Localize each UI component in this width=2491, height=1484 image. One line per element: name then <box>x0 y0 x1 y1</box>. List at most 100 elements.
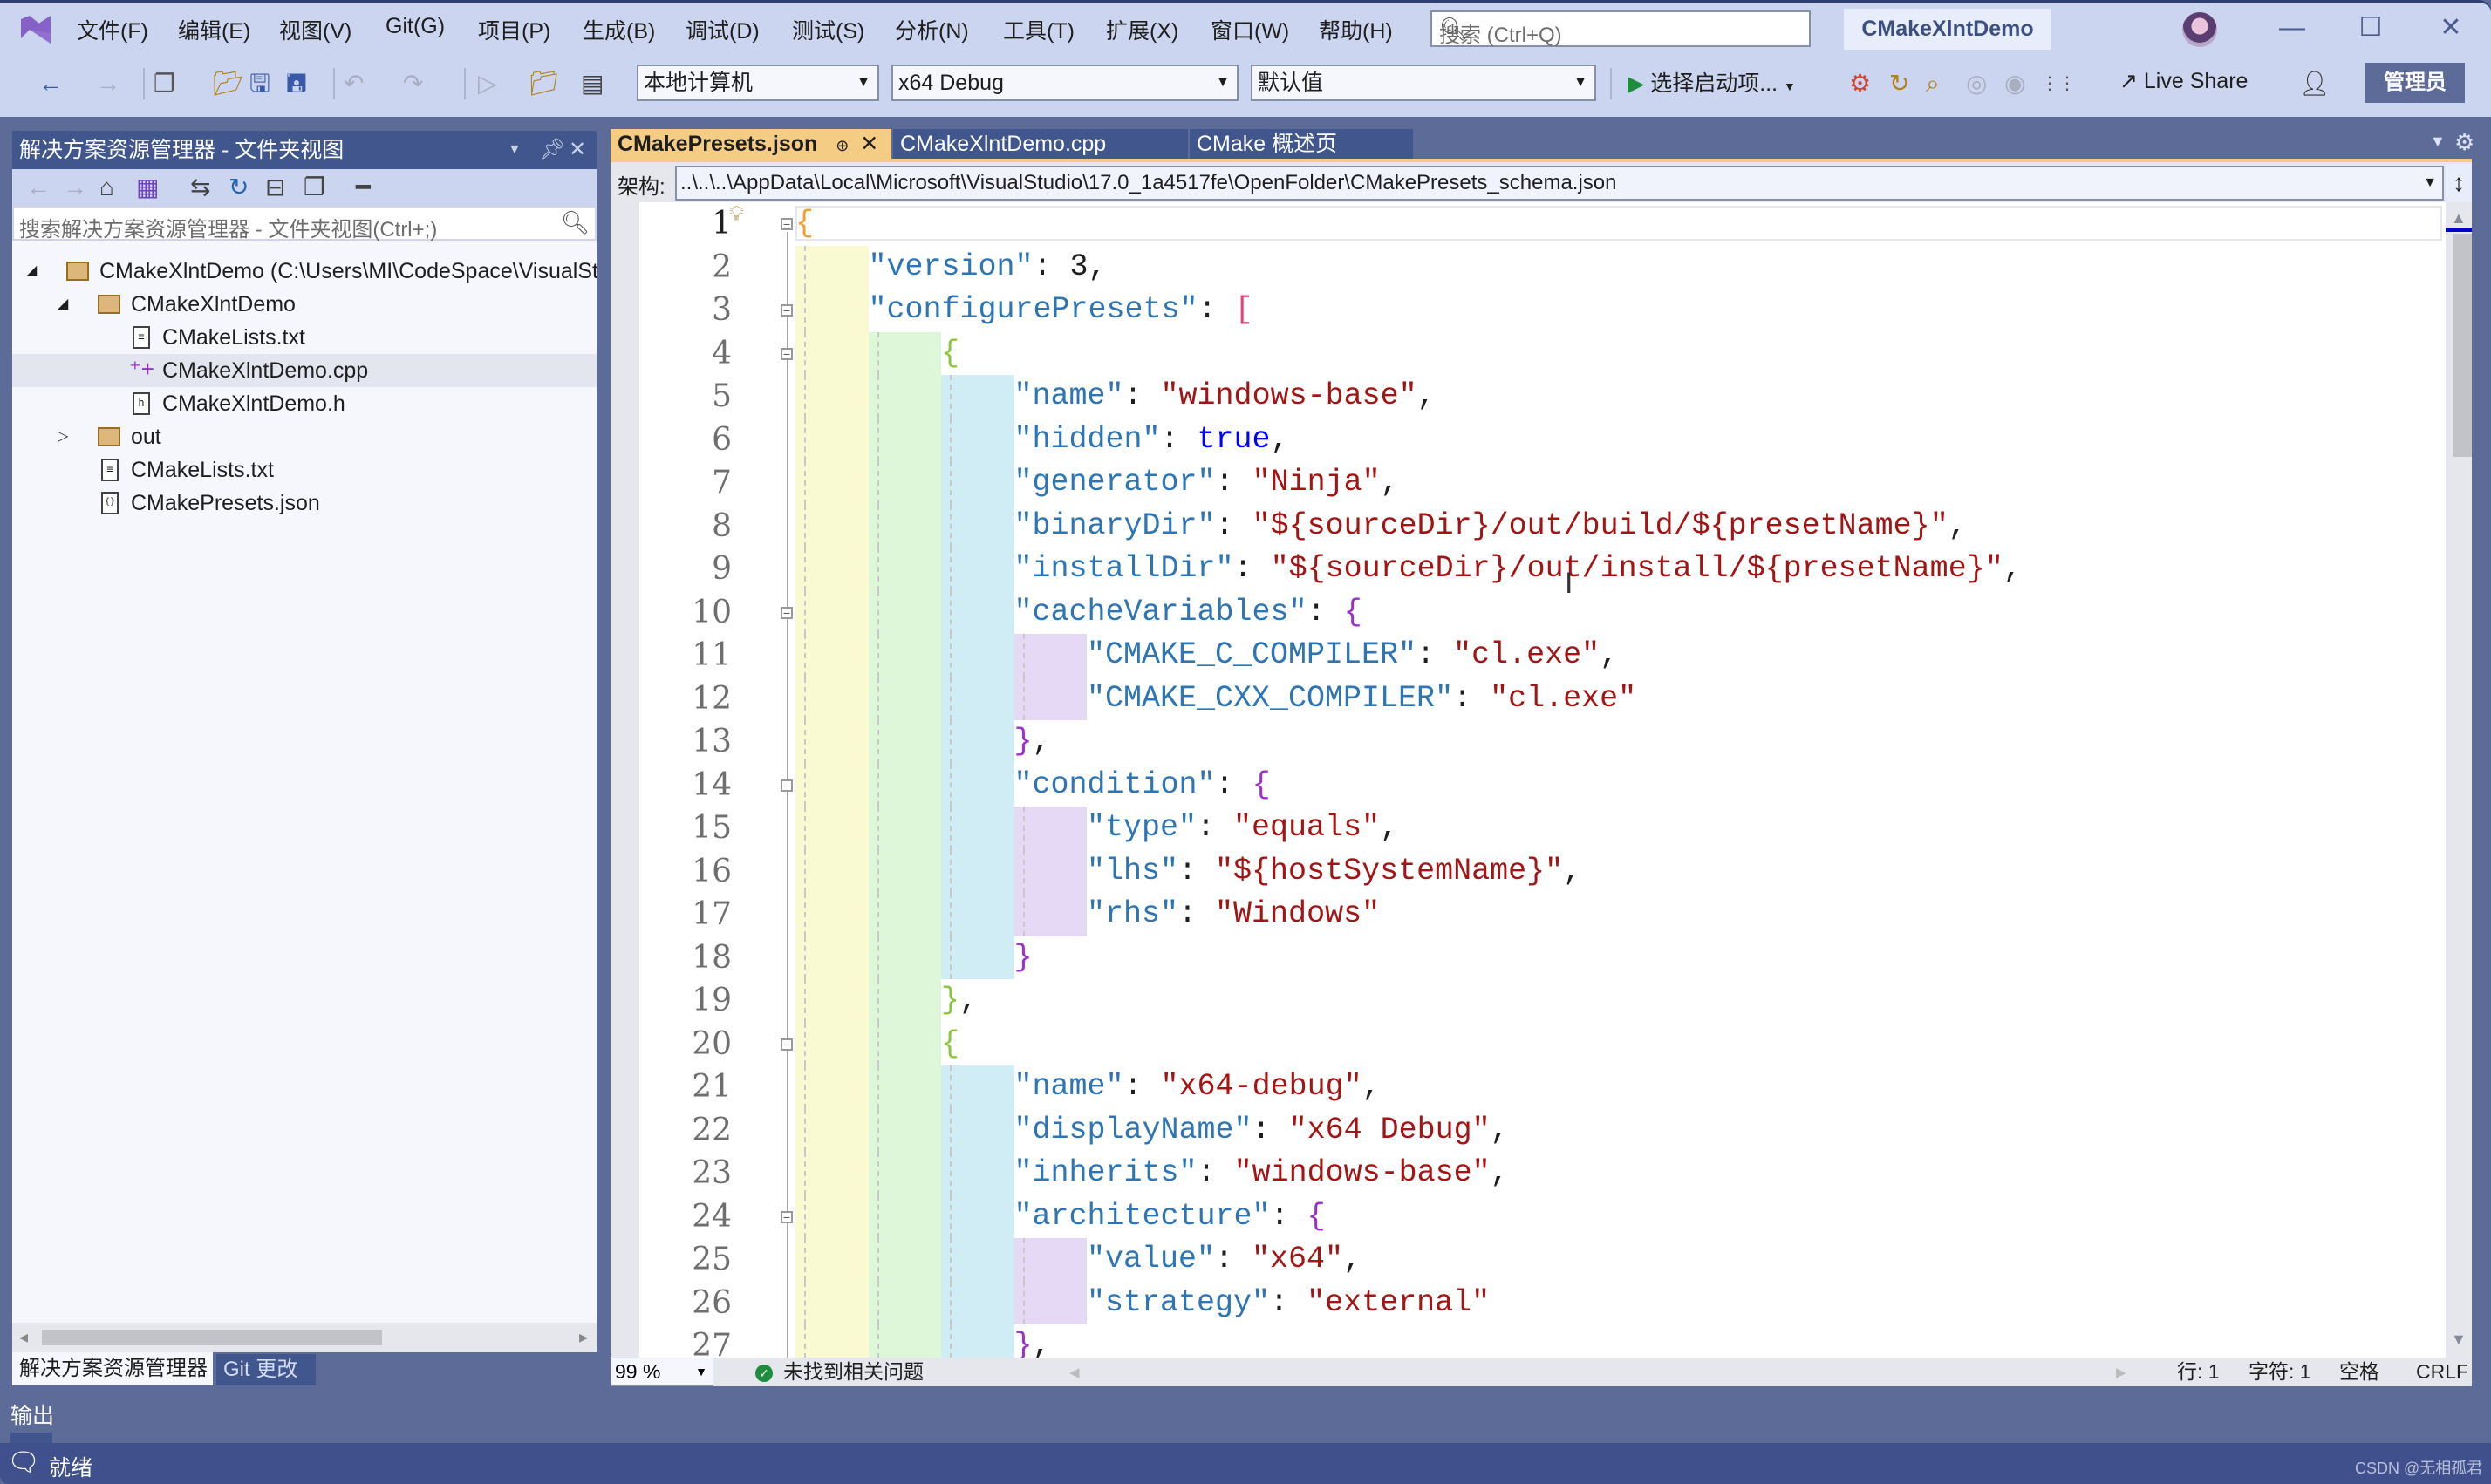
sync-icon[interactable]: ⇆ <box>190 173 210 202</box>
code-line[interactable]: "condition": { <box>1014 764 1271 807</box>
target-icon[interactable]: ◉ <box>2004 70 2025 98</box>
collapse-region-icon[interactable]: − <box>781 347 793 360</box>
save-all-icon[interactable]: 🖪︎ <box>286 70 307 98</box>
configuration-combo[interactable]: x64 Debug ▼ <box>891 65 1239 101</box>
code-line[interactable]: "version": 3, <box>869 246 1107 289</box>
hot-reload-icon[interactable]: ↻ <box>1889 70 1909 98</box>
redo-icon[interactable]: ↷ <box>403 70 423 98</box>
code-line[interactable]: "strategy": "external" <box>1087 1282 1490 1325</box>
code-line[interactable]: "type": "equals", <box>1087 807 1398 850</box>
horizontal-scrollbar[interactable]: ◂ ▸ <box>12 1323 597 1352</box>
find-in-files-icon[interactable]: 📁︎ <box>529 70 560 98</box>
scroll-thumb[interactable] <box>2453 234 2472 457</box>
solution-explorer-search[interactable]: 搜索解决方案资源管理器 - 文件夹视图(Ctrl+;) 🔍︎ <box>12 206 597 242</box>
close-window-button[interactable]: ✕ <box>2433 10 2468 45</box>
scroll-down-icon[interactable]: ▼ <box>2451 1331 2467 1349</box>
back-icon[interactable]: ← <box>26 173 51 202</box>
global-search-input[interactable]: 搜索 (Ctrl+Q) 🔍︎ <box>1430 10 1811 47</box>
vertical-scrollbar[interactable]: ▲ ▼ <box>2446 202 2472 1358</box>
platform-combo[interactable]: 默认值 ▼ <box>1251 65 1596 101</box>
menu-edit[interactable]: 编辑(E) <box>178 14 250 45</box>
scroll-thumb[interactable] <box>42 1330 382 1345</box>
output-tab[interactable] <box>10 1433 52 1443</box>
code-line[interactable]: { <box>795 202 814 246</box>
eol-indicator[interactable]: CRLF <box>2416 1358 2468 1386</box>
menu-debug[interactable]: 调试(D) <box>686 14 760 45</box>
line-indicator[interactable]: 行: 1 <box>2177 1358 2220 1386</box>
menu-window[interactable]: 窗口(W) <box>1211 14 1289 45</box>
menu-help[interactable]: 帮助(H) <box>1319 14 1393 45</box>
menu-view[interactable]: 视图(V) <box>279 14 351 45</box>
char-indicator[interactable]: 字符: 1 <box>2249 1358 2311 1386</box>
pin-icon[interactable]: 📌︎ <box>539 131 565 169</box>
scroll-up-icon[interactable]: ▲ <box>2451 209 2467 228</box>
minimize-button[interactable]: — <box>2275 10 2310 45</box>
tree-item-folder[interactable]: ◢ CMakeXlntDemo <box>12 288 597 321</box>
user-avatar[interactable] <box>2182 12 2217 47</box>
code-line[interactable]: "hidden": true, <box>1014 419 1289 462</box>
menu-file[interactable]: 文件(F) <box>77 14 148 45</box>
menu-test[interactable]: 测试(S) <box>792 14 864 45</box>
undo-icon[interactable]: ↶ <box>344 70 364 98</box>
forward-icon[interactable]: → <box>63 173 87 202</box>
browse-icon[interactable]: ◎ <box>1966 70 1987 98</box>
code-line[interactable]: "cacheVariables": { <box>1014 591 1362 635</box>
menu-extensions[interactable]: 扩展(X) <box>1106 14 1178 45</box>
split-editor-icon[interactable]: ↕ <box>2446 164 2472 202</box>
start-without-debug-icon[interactable]: ▷ <box>478 70 497 98</box>
switch-views-icon[interactable]: ▦ <box>136 173 159 202</box>
code-line[interactable]: "name": "windows-base", <box>1014 375 1436 419</box>
code-line[interactable]: "rhs": "Windows" <box>1087 893 1380 936</box>
code-line[interactable]: }, <box>941 979 978 1023</box>
tree-item-folder[interactable]: ▷ out <box>12 420 597 453</box>
hscroll-left-icon[interactable]: ◂ <box>1069 1358 1080 1386</box>
zoom-level-combo[interactable]: 99 % ▼ <box>611 1358 713 1386</box>
tree-item-file[interactable]: {} CMakePresets.json <box>12 487 597 520</box>
code-line[interactable]: "inherits": "windows-base", <box>1014 1152 1509 1195</box>
tree-item-root[interactable]: ◢ CMakeXlntDemo (C:\Users\MI\CodeSpace\V… <box>12 255 597 288</box>
code-line[interactable]: { <box>941 332 959 376</box>
code-line[interactable]: "binaryDir": "${sourceDir}/out/build/${p… <box>1014 505 1967 548</box>
code-line[interactable]: { <box>941 1023 959 1066</box>
code-line[interactable]: "CMAKE_CXX_COMPILER": "cl.exe" <box>1087 677 1636 721</box>
collapse-region-icon[interactable]: − <box>781 304 793 317</box>
collapse-region-icon[interactable]: − <box>781 779 793 792</box>
code-line[interactable]: }, <box>1014 720 1051 764</box>
find-references-icon[interactable]: ⌕ <box>1926 70 1940 98</box>
collapsed-arrow-icon[interactable]: ▷ <box>58 420 68 453</box>
tab-solution-explorer[interactable]: 解决方案资源管理器 <box>12 1352 213 1385</box>
navigate-forward-icon[interactable]: → <box>96 70 120 98</box>
issues-indicator[interactable]: ✓ 未找到相关问题 <box>755 1358 924 1386</box>
code-line[interactable]: "lhs": "${hostSystemName}", <box>1087 850 1581 894</box>
show-all-files-icon[interactable]: ❐ <box>304 173 325 202</box>
close-panel-icon[interactable]: ✕ <box>569 131 586 169</box>
code-line[interactable]: "CMAKE_C_COMPILER": "cl.exe", <box>1087 634 1618 677</box>
menu-tools[interactable]: 工具(T) <box>1003 14 1075 45</box>
visual-studio-logo-icon[interactable] <box>17 12 54 47</box>
code-line[interactable]: "architecture": { <box>1014 1195 1326 1239</box>
tab-git-changes[interactable]: Git 更改 <box>216 1354 316 1385</box>
panel-menu-icon[interactable]: ▼ <box>508 131 522 169</box>
save-icon[interactable]: 🖫︎ <box>249 70 270 98</box>
navigate-back-icon[interactable]: ← <box>38 70 63 98</box>
open-folder-icon[interactable]: 📂︎ <box>213 70 244 98</box>
gear-icon[interactable]: ⚙ <box>2454 129 2474 156</box>
menu-git[interactable]: Git(G) <box>386 14 445 39</box>
code-line[interactable]: "name": "x64-debug", <box>1014 1065 1381 1109</box>
select-startup-item-button[interactable]: ▶ 选择启动项... ▼ <box>1628 66 1796 98</box>
code-line[interactable]: "value": "x64", <box>1087 1238 1362 1282</box>
scroll-left-icon[interactable]: ◂ <box>19 1326 28 1348</box>
collapse-all-icon[interactable]: ⊟ <box>265 173 285 202</box>
menu-build[interactable]: 生成(B) <box>583 14 655 45</box>
hscroll-right-icon[interactable]: ▸ <box>2116 1358 2126 1386</box>
menu-analyze[interactable]: 分析(N) <box>895 14 969 45</box>
scroll-right-icon[interactable]: ▸ <box>579 1326 588 1348</box>
live-share-button[interactable]: ↗ Live Share <box>2119 68 2248 94</box>
code-line[interactable]: "configurePresets": [ <box>869 289 1253 332</box>
properties-icon[interactable]: ━ <box>356 173 371 202</box>
indent-indicator[interactable]: 空格 <box>2339 1358 2379 1386</box>
expanded-arrow-icon[interactable]: ◢ <box>26 255 37 288</box>
diagnostic-tools-icon[interactable]: ⚙ <box>1849 70 1871 98</box>
notifications-icon[interactable]: 🗨︎ <box>7 1447 40 1478</box>
tree-item-file[interactable]: ≡ CMakeLists.txt <box>12 321 597 354</box>
